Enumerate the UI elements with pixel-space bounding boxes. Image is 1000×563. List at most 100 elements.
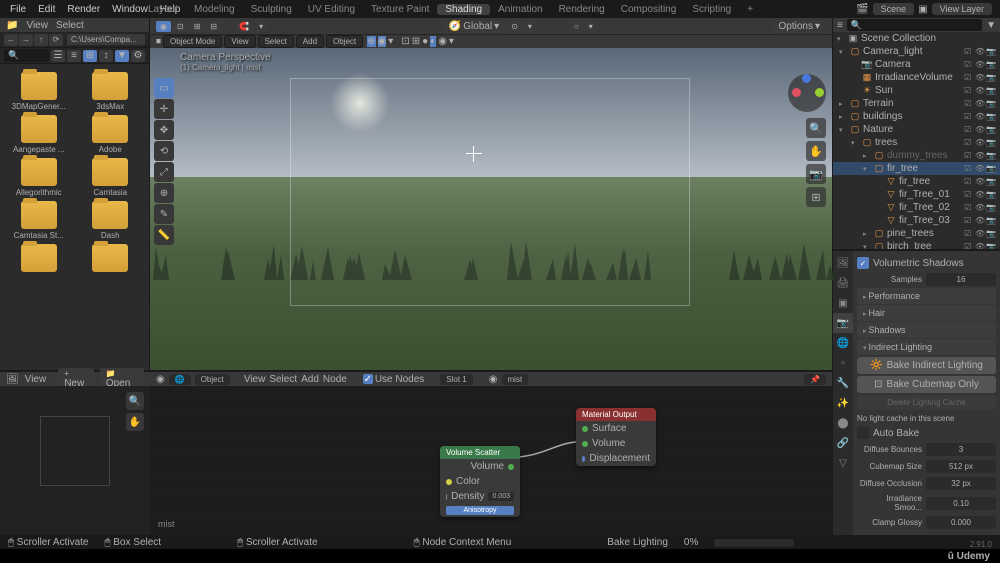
- exclude-icon[interactable]: ☑: [964, 177, 974, 186]
- nav-up-icon[interactable]: ↑: [34, 34, 48, 46]
- workspace-tab-compositing[interactable]: Compositing: [613, 4, 685, 15]
- prop-value-field[interactable]: 32 px: [926, 477, 996, 490]
- exclude-icon[interactable]: ☑: [964, 190, 974, 199]
- hide-icon[interactable]: 👁: [975, 164, 985, 173]
- tool-icon[interactable]: ⊡: [173, 21, 188, 32]
- workspace-tab-uv-editing[interactable]: UV Editing: [300, 4, 363, 15]
- options-dropdown[interactable]: Options▾: [773, 20, 827, 33]
- disable-icon[interactable]: 📷: [986, 86, 996, 95]
- exclude-icon[interactable]: ☑: [964, 151, 974, 160]
- material-field[interactable]: mist: [502, 374, 529, 385]
- tree-item[interactable]: ▾▢Camera_light☑👁📷: [833, 45, 1000, 58]
- workspace-tab-shading[interactable]: Shading: [437, 4, 490, 15]
- disable-icon[interactable]: 📷: [986, 229, 996, 238]
- vp-menu-add[interactable]: Add: [296, 35, 324, 48]
- disable-icon[interactable]: 📷: [986, 112, 996, 121]
- hide-icon[interactable]: 👁: [975, 151, 985, 160]
- folder-item[interactable]: Camtasia St...: [6, 201, 72, 240]
- slot-dropdown[interactable]: Slot 1: [440, 374, 472, 385]
- axis-x-icon[interactable]: [792, 88, 801, 97]
- disable-icon[interactable]: 📷: [986, 177, 996, 186]
- move-tool-icon[interactable]: ✥: [154, 120, 174, 140]
- hide-icon[interactable]: 👁: [975, 47, 985, 56]
- mode-dropdown[interactable]: Object Mode: [163, 35, 222, 48]
- shading-matprev-icon[interactable]: ◐: [430, 36, 436, 47]
- material-output-node[interactable]: Material Output Surface Volume Displacem…: [576, 408, 656, 466]
- workspace-add-icon[interactable]: +: [739, 4, 761, 15]
- physics-tab-icon[interactable]: ⬤: [833, 413, 853, 433]
- tree-item[interactable]: ▸▢dummy_trees☑👁📷: [833, 149, 1000, 162]
- fb-sort-icon[interactable]: ↕: [99, 50, 113, 62]
- nav-fwd-icon[interactable]: →: [19, 34, 33, 46]
- hide-icon[interactable]: 👁: [975, 73, 985, 82]
- workspace-tab-modeling[interactable]: Modeling: [186, 4, 243, 15]
- prop-value-field[interactable]: 0.10: [926, 497, 996, 510]
- shading-dd[interactable]: ▾: [449, 36, 454, 47]
- shading-wire-icon[interactable]: ⊞: [412, 36, 420, 47]
- cursor-tool-icon[interactable]: ◉: [156, 21, 171, 32]
- fb-display-thumb-icon[interactable]: ⊞: [83, 50, 97, 62]
- scale-tool-icon[interactable]: ⤢: [154, 162, 174, 182]
- hide-icon[interactable]: 👁: [975, 190, 985, 199]
- exclude-icon[interactable]: ☑: [964, 60, 974, 69]
- hide-icon[interactable]: 👁: [975, 138, 985, 147]
- tree-item[interactable]: ▽fir_Tree_02☑👁📷: [833, 201, 1000, 214]
- proportional-falloff[interactable]: ▾: [585, 21, 597, 32]
- ne-type[interactable]: 🌐: [169, 374, 191, 385]
- hide-icon[interactable]: 👁: [975, 60, 985, 69]
- disable-icon[interactable]: 📷: [986, 164, 996, 173]
- tree-item[interactable]: ▽fir_tree☑👁📷: [833, 175, 1000, 188]
- tree-item[interactable]: ▸▢buildings☑👁📷: [833, 110, 1000, 123]
- hide-icon[interactable]: 👁: [975, 125, 985, 134]
- select-tool-icon[interactable]: ▭: [154, 78, 174, 98]
- nav-refresh-icon[interactable]: ⟳: [49, 34, 63, 46]
- prop-value-field[interactable]: 3: [926, 443, 996, 456]
- outliner-search-input[interactable]: [847, 19, 982, 31]
- ne-data[interactable]: Object: [195, 374, 230, 385]
- tree-item[interactable]: ▾▢Nature☑👁📷: [833, 123, 1000, 136]
- exclude-icon[interactable]: ☑: [964, 242, 974, 249]
- xray-icon[interactable]: ⊡: [401, 36, 409, 47]
- hide-icon[interactable]: 👁: [975, 86, 985, 95]
- shading-render-icon[interactable]: ◉: [438, 36, 447, 47]
- constraint-tab-icon[interactable]: 🔗: [833, 433, 853, 453]
- tool-icon[interactable]: ⊞: [190, 21, 205, 32]
- zoom-icon[interactable]: 🔍: [806, 118, 826, 138]
- samples-field[interactable]: 16: [926, 273, 996, 286]
- folder-item[interactable]: Camtasia: [78, 158, 144, 197]
- hide-icon[interactable]: 👁: [975, 242, 985, 249]
- exclude-icon[interactable]: ☑: [964, 125, 974, 134]
- workspace-tab-sculpting[interactable]: Sculpting: [243, 4, 300, 15]
- fb-editor-icon[interactable]: 📁: [6, 20, 18, 31]
- measure-tool-icon[interactable]: 📏: [154, 225, 174, 245]
- hide-icon[interactable]: 👁: [975, 99, 985, 108]
- data-tab-icon[interactable]: ▽: [833, 453, 853, 473]
- tree-item[interactable]: ▦IrradianceVolume☑👁📷: [833, 71, 1000, 84]
- 3d-viewport[interactable]: Camera Perspective (1) Camera_light | mi…: [150, 48, 832, 370]
- pivot-icon[interactable]: ⊙: [507, 21, 522, 32]
- tree-item[interactable]: 📷Camera☑👁📷: [833, 58, 1000, 71]
- scene-collection[interactable]: ▾▣ Scene Collection: [833, 32, 1000, 45]
- axis-y-icon[interactable]: [815, 88, 824, 97]
- transform-tool-icon[interactable]: ⊕: [154, 183, 174, 203]
- world-tab-icon[interactable]: 🌐: [833, 333, 853, 353]
- editor-type-icon[interactable]: ⏹: [156, 36, 161, 47]
- exclude-icon[interactable]: ☑: [964, 203, 974, 212]
- tool-icon[interactable]: ⊟: [206, 21, 221, 32]
- overlay-dd[interactable]: ▾: [388, 36, 393, 47]
- hide-icon[interactable]: 👁: [975, 203, 985, 212]
- snap-icon[interactable]: 🧲: [235, 21, 253, 32]
- fb-menu-view[interactable]: View: [26, 20, 48, 31]
- workspace-tab-rendering[interactable]: Rendering: [551, 4, 613, 15]
- vp-menu-select[interactable]: Select: [258, 35, 294, 48]
- disable-icon[interactable]: 📷: [986, 203, 996, 212]
- workspace-tab-scripting[interactable]: Scripting: [684, 4, 739, 15]
- exclude-icon[interactable]: ☑: [964, 112, 974, 121]
- vp-menu-object[interactable]: Object: [326, 35, 363, 48]
- section-indirect[interactable]: Indirect Lighting: [857, 339, 996, 355]
- folder-item[interactable]: [78, 244, 144, 274]
- autobake-checkbox[interactable]: [857, 427, 869, 439]
- tree-item[interactable]: ▸▢pine_trees☑👁📷: [833, 227, 1000, 240]
- exclude-icon[interactable]: ☑: [964, 216, 974, 225]
- viewlayer-field[interactable]: View Layer: [932, 3, 992, 15]
